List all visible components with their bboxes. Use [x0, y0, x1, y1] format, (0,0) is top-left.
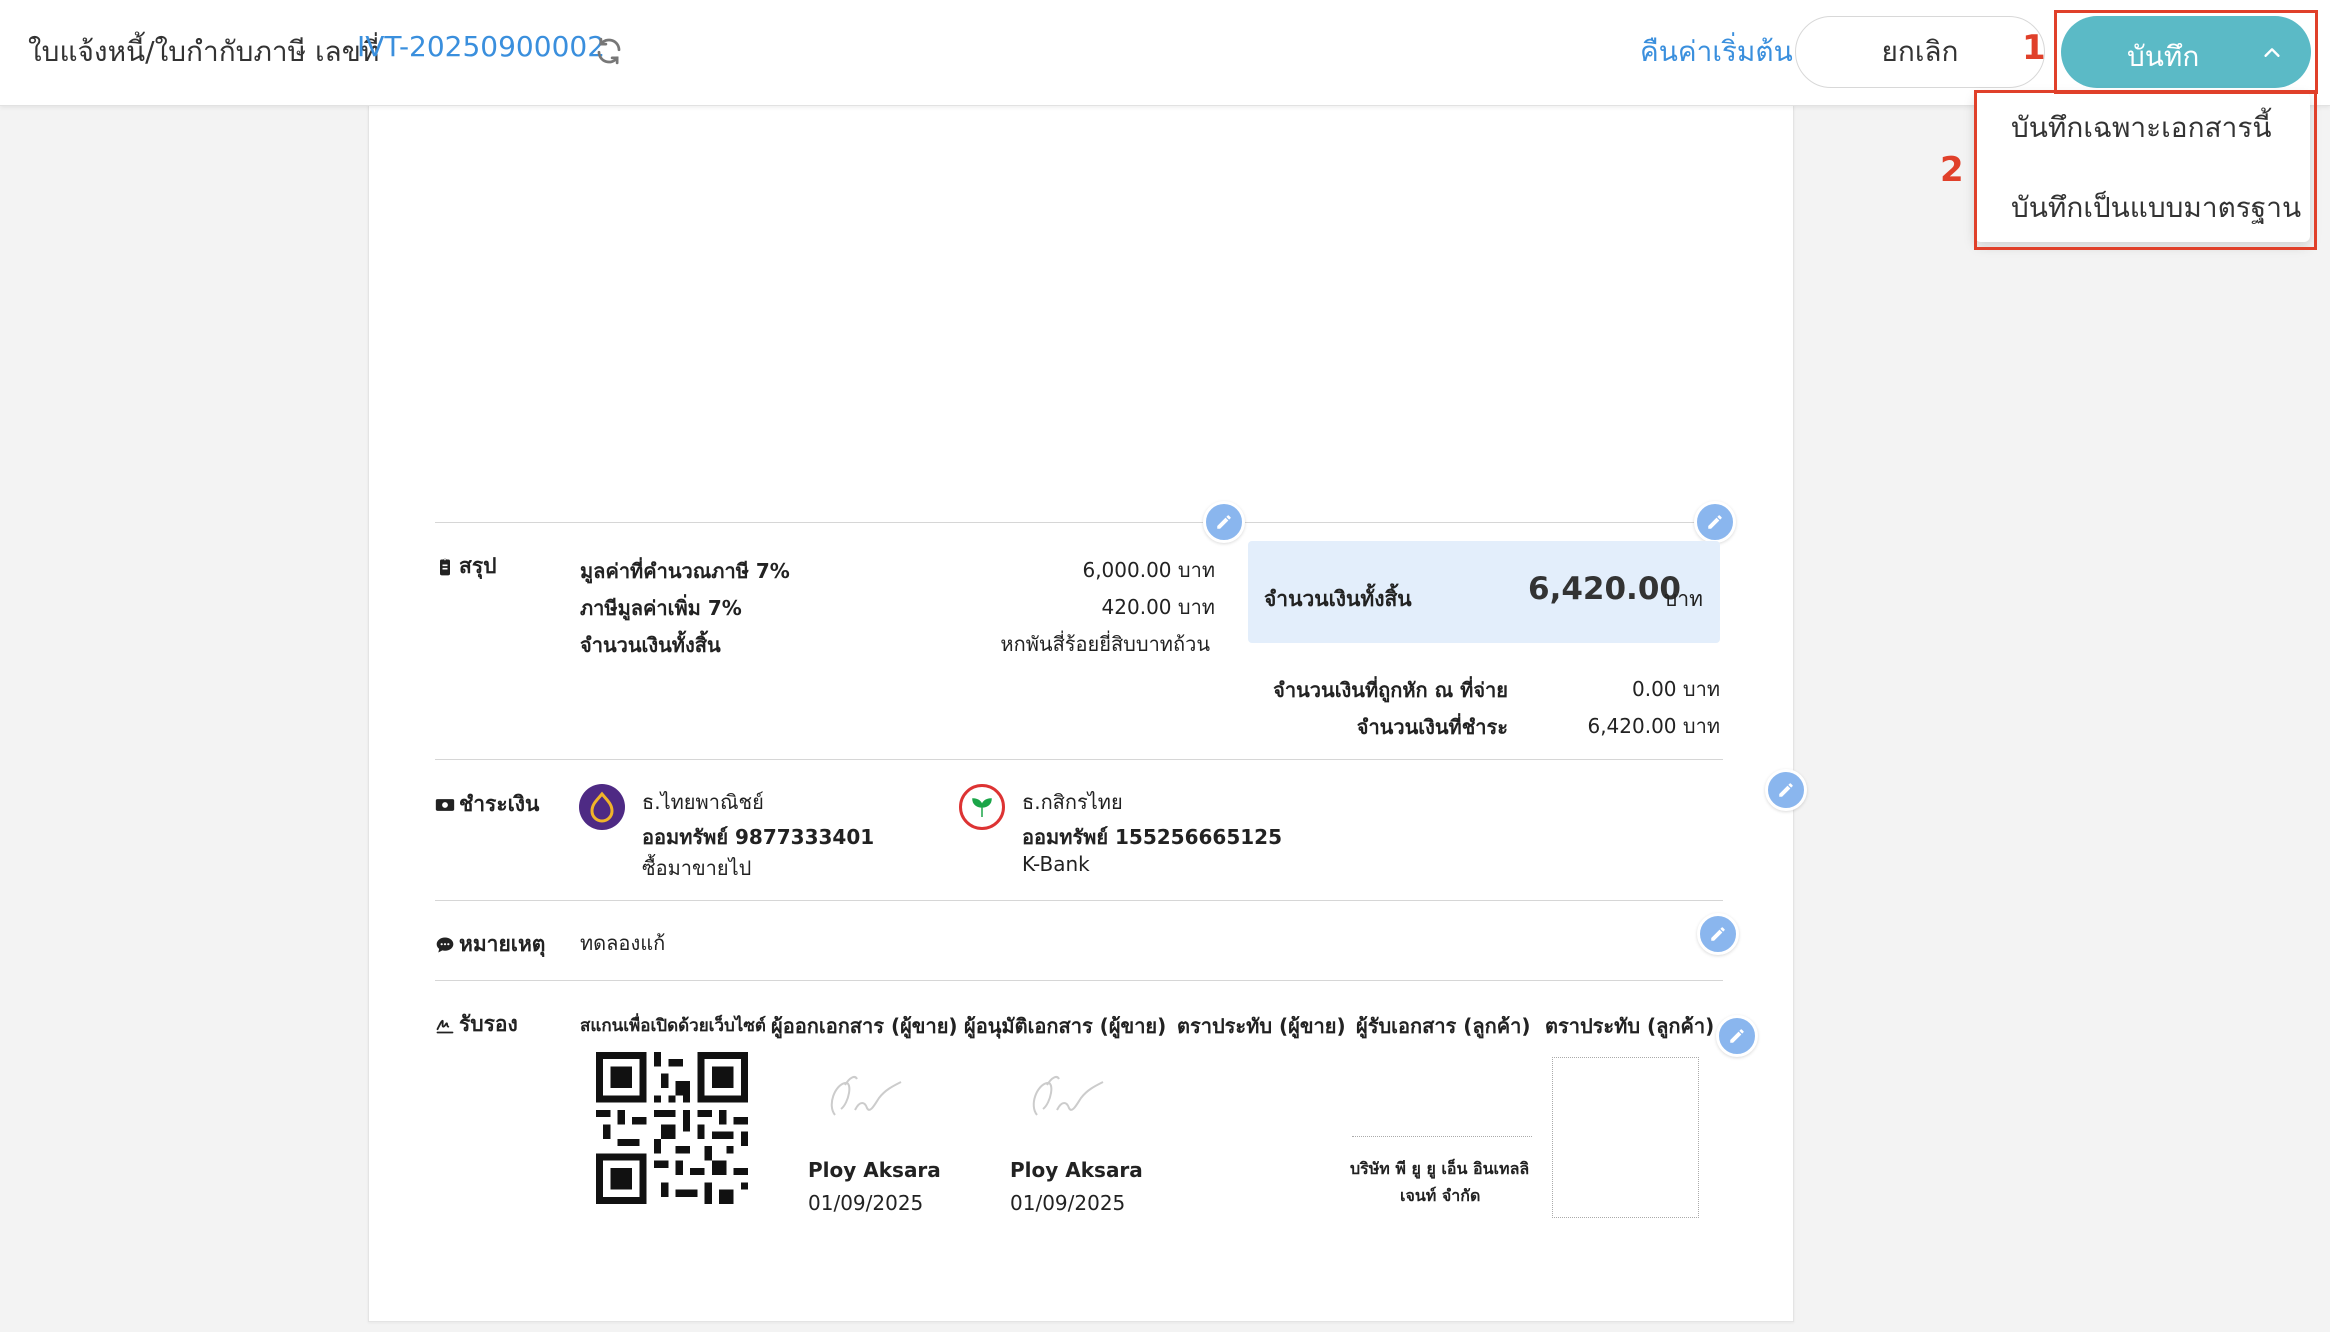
column-header-customer-stamp: ตราประทับ (ลูกค้า) — [1545, 1014, 1715, 1038]
payment-section-label: ชำระเงิน — [435, 788, 539, 821]
document-number[interactable]: IVT-20250900002 — [357, 30, 605, 63]
chevron-up-icon — [2264, 48, 2280, 57]
grand-total-box: จำนวนเงินทั้งสิ้น 6,420.00 บาท — [1248, 541, 1720, 643]
scb-logo-icon — [590, 791, 614, 823]
grand-total-amount: 6,420.00 — [1528, 571, 1681, 607]
summary-row-label: จำนวนเงินทั้งสิ้น — [580, 633, 721, 657]
receiver-company-line1: บริษัท พี ยู ยู เอ็น อินเทลลิ — [1350, 1159, 1530, 1178]
remark-section-label: หมายเหตุ — [435, 928, 545, 961]
edit-total-button[interactable] — [1694, 501, 1736, 543]
bank-name: ธ.กสิกรไทย — [1022, 790, 1123, 814]
bank-account: ออมทรัพย์ 155256665125 — [1022, 825, 1282, 849]
edit-payment-button[interactable] — [1765, 769, 1807, 811]
money-icon — [435, 798, 455, 811]
bank-holder: ซื้อมาขายไป — [642, 856, 752, 880]
divider — [435, 759, 1723, 760]
scb-bank-logo — [579, 784, 625, 830]
signature-icon — [436, 1019, 454, 1033]
summary-row-label: ภาษีมูลค่าเพิ่ม 7% — [580, 596, 742, 620]
remark-text: ทดลองแก้ — [580, 931, 666, 955]
issuer-date: 01/09/2025 — [808, 1191, 924, 1215]
summary-row-value: 6,000.00 บาท — [1082, 558, 1215, 582]
divider — [435, 900, 1723, 901]
clipboard-icon — [440, 558, 450, 575]
column-header-qr: สแกนเพื่อเปิดด้วยเว็บไซต์ — [580, 1016, 766, 1036]
payable-label: จำนวนเงินที่ชำระ — [1356, 715, 1508, 739]
approver-name: Ploy Aksara — [1010, 1158, 1143, 1182]
bank-name: ธ.ไทยพาณิชย์ — [642, 790, 764, 814]
issuer-signature — [830, 1076, 902, 1116]
withholding-label: จำนวนเงินที่ถูกหัก ณ ที่จ่าย — [1273, 678, 1508, 702]
summary-label-text: สรุป — [459, 554, 497, 578]
divider — [435, 522, 1723, 523]
approver-signature — [1032, 1076, 1104, 1116]
cancel-button[interactable]: ยกเลิก — [1795, 16, 2045, 88]
menu-item-save-as-default[interactable]: บันทึกเป็นแบบมาตรฐาน — [2011, 186, 2301, 230]
receiver-signature-line — [1352, 1136, 1532, 1137]
save-button[interactable]: บันทึก — [2061, 16, 2311, 88]
top-bar: ใบแจ้งหนี้/ใบกำกับภาษี เลขที่ IVT-202509… — [0, 0, 2330, 106]
menu-item-save-this-document[interactable]: บันทึกเฉพาะเอกสารนี้ — [2011, 106, 2272, 150]
pencil-icon — [1708, 515, 1722, 529]
payment-label-text: ชำระเงิน — [459, 792, 540, 816]
issuer-name: Ploy Aksara — [808, 1158, 941, 1182]
pencil-icon — [1730, 1029, 1744, 1043]
annotation-number-2: 2 — [1940, 150, 1964, 190]
kbank-logo-icon — [972, 798, 992, 817]
edit-remark-button[interactable] — [1697, 913, 1739, 955]
summary-row-label: มูลค่าที่คำนวณภาษี 7% — [580, 559, 790, 583]
column-header-approver: ผู้อนุมัติเอกสาร (ผู้ขาย) — [964, 1014, 1167, 1038]
comment-icon — [436, 937, 454, 952]
grand-total-label: จำนวนเงินทั้งสิ้น — [1264, 587, 1412, 611]
save-button-label: บันทึก — [2127, 40, 2200, 73]
bank-holder: K-Bank — [1022, 852, 1090, 876]
summary-row-value: หกพันสี่ร้อยยี่สิบบาทถ้วน — [1000, 632, 1210, 656]
kbank-logo — [959, 784, 1005, 830]
pencil-icon — [1779, 783, 1793, 797]
reset-default-link[interactable]: คืนค่าเริ่มต้น — [1640, 30, 1793, 74]
save-options-menu: บันทึกเฉพาะเอกสารนี้ บันทึกเป็นแบบมาตรฐา… — [1975, 92, 2310, 242]
column-header-receiver: ผู้รับเอกสาร (ลูกค้า) — [1356, 1014, 1531, 1038]
approver-date: 01/09/2025 — [1010, 1191, 1126, 1215]
column-header-seller-stamp: ตราประทับ (ผู้ขาย) — [1177, 1014, 1346, 1038]
refresh-icon[interactable] — [594, 36, 624, 66]
summary-row-value: 420.00 บาท — [1101, 595, 1215, 619]
pencil-icon — [1711, 927, 1725, 941]
annotation-number-1: 1 — [2022, 28, 2046, 68]
payable-value: 6,420.00 บาท — [1587, 714, 1720, 738]
withholding-value: 0.00 บาท — [1632, 677, 1720, 701]
approval-section-label: รับรอง — [435, 1008, 518, 1041]
pencil-icon — [1217, 515, 1231, 529]
document-title: ใบแจ้งหนี้/ใบกำกับภาษี เลขที่ — [28, 35, 380, 68]
column-header-issuer: ผู้ออกเอกสาร (ผู้ขาย) — [771, 1014, 958, 1038]
edit-summary-button[interactable] — [1203, 501, 1245, 543]
qr-code[interactable] — [596, 1052, 748, 1204]
edit-approval-button[interactable] — [1716, 1015, 1758, 1057]
customer-stamp-box — [1552, 1057, 1699, 1218]
receiver-company-line2: เจนท์ จำกัด — [1400, 1186, 1481, 1205]
divider — [435, 980, 1723, 981]
grand-total-unit: บาท — [1664, 587, 1703, 611]
summary-section-label: สรุป — [435, 550, 496, 583]
approval-label-text: รับรอง — [459, 1012, 518, 1036]
remark-label-text: หมายเหตุ — [459, 932, 546, 956]
bank-account: ออมทรัพย์ 9877333401 — [642, 825, 875, 849]
